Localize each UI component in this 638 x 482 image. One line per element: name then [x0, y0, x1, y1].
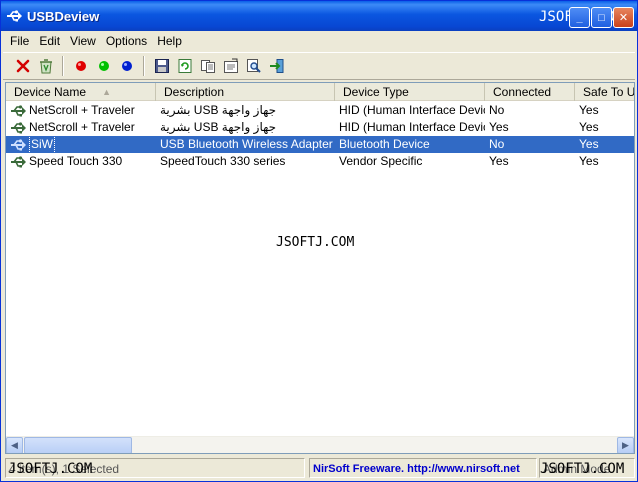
green-dot-icon: [98, 61, 109, 71]
device-name: SiW: [29, 136, 55, 153]
cell-description: USB Bluetooth Wireless Adapter: [160, 137, 333, 151]
cell-description: بشرية USB جهاز واجهة: [160, 103, 277, 117]
nirsoft-link[interactable]: NirSoft Freeware. http://www.nirsoft.net: [309, 458, 537, 478]
status-mode: Admin Mode JSOFTJ.COM: [539, 458, 635, 478]
connect-button[interactable]: [115, 55, 138, 77]
exit-icon: [269, 59, 283, 73]
cell-device-name: Speed Touch 330: [6, 153, 156, 170]
menu-bar: File Edit View Options Help: [3, 31, 635, 51]
usbdeview-window: USBDeview JSOFTJ.COM _ □ ✕ File Edit Vie…: [0, 0, 638, 482]
menu-view[interactable]: View: [65, 32, 101, 50]
copy-button[interactable]: [196, 55, 219, 77]
column-header-safe-to-unplug[interactable]: Safe To Unplug: [575, 83, 635, 101]
cell-device-type: Vendor Specific: [339, 154, 423, 168]
device-name: NetScroll + Traveler: [29, 120, 135, 134]
device-list[interactable]: Device Name ▲ Description Device Type Co…: [5, 82, 635, 454]
cell-safe-to-unplug: Yes: [579, 103, 599, 117]
maximize-button[interactable]: □: [591, 7, 612, 28]
column-label: Device Type: [343, 85, 409, 99]
scrollbar-thumb[interactable]: [24, 437, 132, 453]
cell-connected: No: [489, 137, 505, 151]
cell-connected: No: [489, 103, 505, 117]
toolbar-separator: [62, 56, 64, 76]
table-row-selected[interactable]: SiW USB Bluetooth Wireless Adapter Bluet…: [6, 136, 634, 153]
column-header-device-type[interactable]: Device Type: [335, 83, 485, 101]
cell-safe-to-unplug: Yes: [579, 120, 599, 134]
cell-description: SpeedTouch 330 series: [160, 154, 286, 168]
horizontal-scrollbar[interactable]: ◀ ▶: [6, 436, 634, 453]
column-label: Safe To Unplug: [583, 85, 635, 99]
find-button[interactable]: [242, 55, 265, 77]
disable-button[interactable]: [69, 55, 92, 77]
column-header-device-name[interactable]: Device Name ▲: [6, 83, 156, 101]
toolbar-separator: [143, 56, 145, 76]
usb-app-icon: [5, 7, 23, 25]
table-row[interactable]: NetScroll + Traveler بشرية USB جهاز واجه…: [6, 119, 634, 136]
usb-icon: [9, 154, 27, 170]
device-name: NetScroll + Traveler: [29, 103, 135, 117]
usb-icon: [9, 103, 27, 119]
cell-device-name: NetScroll + Traveler: [6, 119, 156, 136]
column-label: Description: [164, 85, 225, 99]
center-watermark: JSOFTJ.COM: [276, 235, 355, 250]
column-header-description[interactable]: Description: [156, 83, 335, 101]
cell-safe-to-unplug: Yes: [579, 137, 599, 151]
recycle-button[interactable]: [34, 55, 57, 77]
table-row[interactable]: NetScroll + Traveler بشرية USB جهاز واجه…: [6, 102, 634, 119]
cell-device-type: HID (Human Interface Device): [339, 103, 485, 117]
cell-device-type: Bluetooth Device: [339, 137, 430, 151]
window-title: USBDeview: [27, 8, 100, 24]
list-rows: NetScroll + Traveler بشرية USB جهاز واجه…: [6, 102, 634, 170]
save-button[interactable]: [150, 55, 173, 77]
exit-button[interactable]: [265, 55, 288, 77]
title-bar[interactable]: USBDeview JSOFTJ.COM _ □ ✕: [1, 1, 637, 31]
minimize-button[interactable]: _: [569, 7, 590, 28]
cell-connected: Yes: [489, 154, 509, 168]
red-dot-icon: [75, 61, 86, 71]
usb-icon: [9, 137, 27, 153]
sort-ascending-icon: ▲: [102, 87, 111, 97]
refresh-icon: [178, 59, 191, 73]
uninstall-icon: [16, 59, 29, 73]
properties-button[interactable]: [219, 55, 242, 77]
scroll-right-button[interactable]: ▶: [617, 437, 634, 453]
cell-device-type: HID (Human Interface Device): [339, 120, 485, 134]
column-header-connected[interactable]: Connected: [485, 83, 575, 101]
menu-edit[interactable]: Edit: [34, 32, 65, 50]
menu-options[interactable]: Options: [101, 32, 152, 50]
status-item-count: 4 item(s), 1 Selected JSOFTJ.COM: [5, 458, 305, 478]
properties-icon: [223, 58, 238, 73]
usb-icon: [9, 120, 27, 136]
cell-connected: Yes: [489, 120, 509, 134]
list-header: Device Name ▲ Description Device Type Co…: [6, 83, 635, 101]
table-row[interactable]: Speed Touch 330 SpeedTouch 330 series Ve…: [6, 153, 634, 170]
menu-file[interactable]: File: [3, 32, 34, 50]
cell-safe-to-unplug: Yes: [579, 154, 599, 168]
copy-icon: [200, 60, 215, 73]
device-name: Speed Touch 330: [29, 154, 123, 168]
column-label: Device Name: [14, 85, 87, 99]
status-watermark-right: JSOFTJ.COM: [540, 461, 625, 477]
status-watermark-left: JSOFTJ.COM: [8, 461, 93, 477]
save-icon: [154, 59, 169, 73]
blue-dot-icon: [121, 61, 132, 71]
cell-device-name: SiW: [6, 136, 156, 153]
recycle-icon: [39, 59, 52, 74]
refresh-button[interactable]: [173, 55, 196, 77]
status-bar: 4 item(s), 1 Selected JSOFTJ.COM NirSoft…: [3, 456, 635, 480]
cell-description: بشرية USB جهاز واجهة: [160, 120, 277, 134]
cell-device-name: NetScroll + Traveler: [6, 102, 156, 119]
find-icon: [246, 59, 261, 73]
menu-help[interactable]: Help: [152, 32, 187, 50]
close-button[interactable]: ✕: [613, 7, 634, 28]
uninstall-button[interactable]: [11, 55, 34, 77]
column-label: Connected: [493, 85, 552, 99]
scroll-left-button[interactable]: ◀: [6, 437, 23, 453]
enable-button[interactable]: [92, 55, 115, 77]
toolbar: [3, 52, 635, 80]
